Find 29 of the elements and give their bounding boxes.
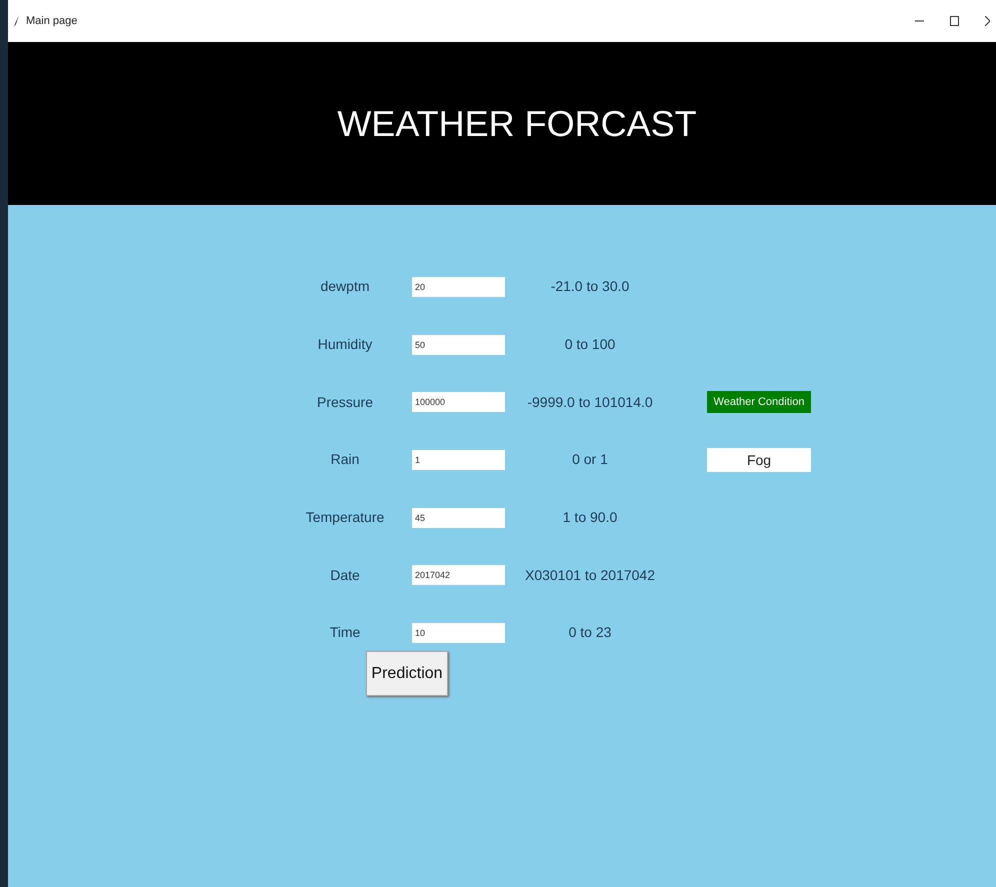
condition-result: Fog — [707, 448, 811, 472]
field-label: Rain — [330, 450, 360, 470]
field-label: Pressure — [316, 392, 374, 412]
input-field[interactable]: 100000 — [412, 392, 505, 412]
condition-heading: Weather Condition — [707, 391, 811, 414]
prediction-button[interactable]: Prediction — [366, 651, 448, 696]
minimize-icon[interactable] — [915, 20, 924, 22]
input-field[interactable]: 45 — [412, 508, 505, 528]
field-label: dewptm — [319, 277, 371, 296]
field-label: Time — [328, 623, 362, 642]
input-field[interactable]: 10 — [412, 622, 505, 643]
range-hint: -9999.0 to 101014.0 — [526, 392, 654, 412]
range-hint: 0 to 100 — [564, 335, 616, 354]
range-hint: X030101 to 2017042 — [524, 566, 656, 585]
input-field[interactable]: 50 — [412, 334, 505, 355]
field-label: Date — [329, 566, 361, 585]
field-label: Humidity — [316, 335, 374, 354]
input-field[interactable]: 1 — [412, 450, 505, 470]
range-hint: 1 to 90.0 — [562, 508, 618, 528]
range-hint: 0 or 1 — [571, 450, 609, 470]
app-title: WEATHER FORCAST — [336, 102, 697, 146]
feather-icon — [14, 15, 20, 27]
input-field[interactable]: 2017042 — [412, 565, 505, 586]
field-label: Temperature — [304, 508, 386, 528]
maximize-icon[interactable] — [950, 16, 959, 26]
range-hint: -21.0 to 30.0 — [550, 277, 630, 296]
window-title: Main page — [26, 14, 78, 29]
input-field[interactable]: 20 — [412, 276, 505, 297]
range-hint: 0 to 23 — [568, 623, 612, 642]
